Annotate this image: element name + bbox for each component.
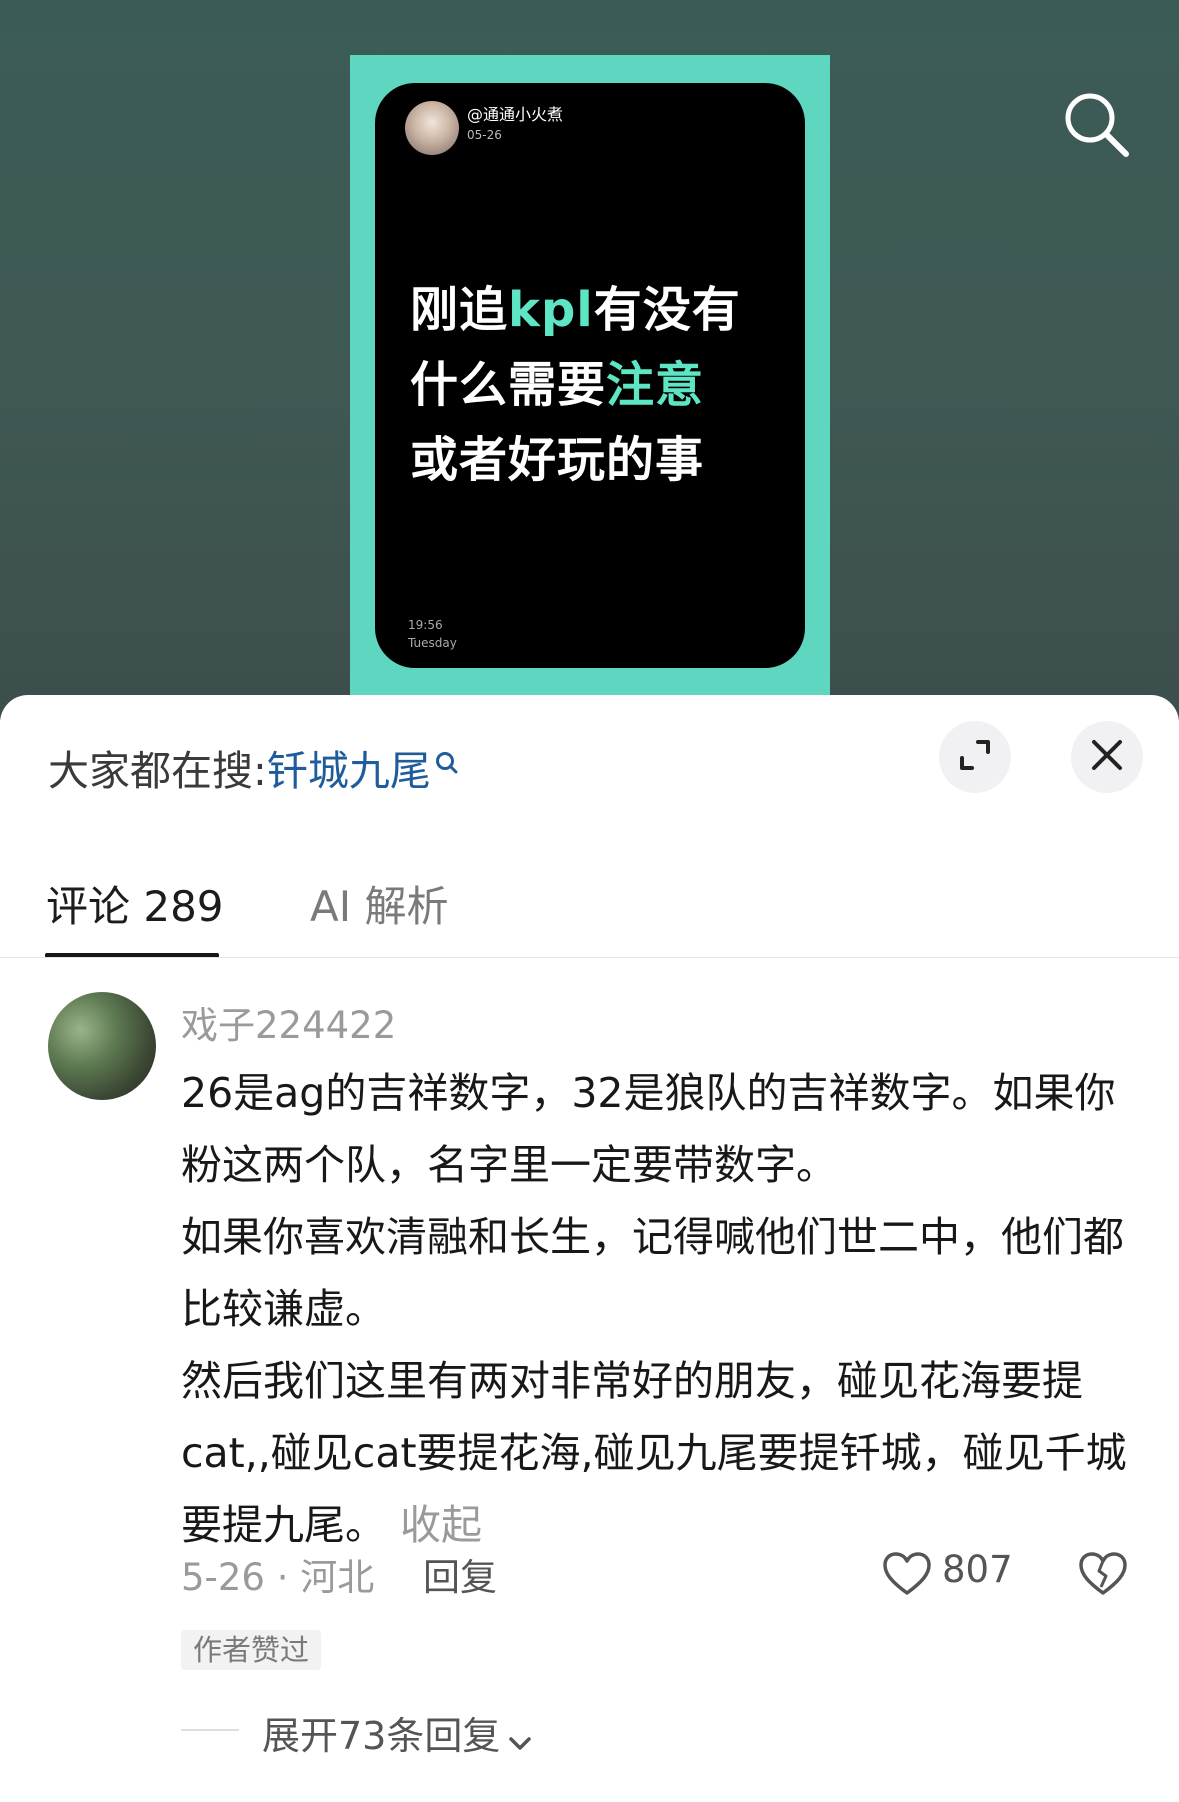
divider <box>181 1729 239 1731</box>
post-time: 19:56 <box>408 618 443 632</box>
headline-text: 刚追 <box>410 282 509 338</box>
video-area[interactable]: @通通小火煮 05-26 刚追kpl有没有 什么需要注意 或者好玩的事 19:5… <box>0 0 1179 720</box>
hot-search-term[interactable]: 钎城九尾 <box>267 747 431 795</box>
divider <box>0 957 1179 958</box>
avatar[interactable] <box>48 992 156 1100</box>
headline-text: 有没有 <box>593 282 741 338</box>
collapse-link[interactable]: 收起 <box>400 1501 482 1549</box>
comment-meta: 5-26 · 河北 <box>181 1556 375 1599</box>
hot-search-bar[interactable]: 大家都在搜:钎城九尾 <box>48 737 459 797</box>
chevron-down-icon <box>508 1717 532 1761</box>
video-cover: @通通小火煮 05-26 刚追kpl有没有 什么需要注意 或者好玩的事 19:5… <box>350 55 830 710</box>
expand-replies-button[interactable]: 展开73条回复 <box>262 1705 532 1761</box>
heart-icon[interactable] <box>882 1551 932 1601</box>
comment-paragraph: 26是ag的吉祥数字，32是狼队的吉祥数字。如果你粉这两个队，名字里一定要带数字… <box>181 1069 1116 1189</box>
headline-text: 什么需要 <box>410 357 607 413</box>
post-card: @通通小火煮 05-26 刚追kpl有没有 什么需要注意 或者好玩的事 19:5… <box>375 83 805 668</box>
expand-replies-label: 展开73条回复 <box>262 1714 501 1758</box>
author-avatar <box>405 101 459 155</box>
close-icon <box>1091 739 1123 775</box>
post-author: @通通小火煮 <box>467 105 564 124</box>
search-icon[interactable] <box>1060 88 1132 160</box>
search-icon <box>435 739 459 787</box>
comment-username[interactable]: 戏子224422 <box>181 995 396 1049</box>
post-date: 05-26 <box>467 128 502 142</box>
hot-search-label: 大家都在搜: <box>48 747 267 795</box>
tab-ai-analysis[interactable]: AI 解析 <box>310 873 448 934</box>
post-headline: 刚追kpl有没有 什么需要注意 或者好玩的事 <box>410 273 790 498</box>
broken-heart-icon[interactable] <box>1078 1551 1128 1601</box>
headline-highlight: kpl <box>508 282 594 338</box>
close-button[interactable] <box>1071 721 1143 793</box>
comments-sheet: 大家都在搜:钎城九尾 评论 289 AI 解析 戏子224422 26是ag的吉… <box>0 695 1179 1802</box>
post-day: Tuesday <box>408 636 457 650</box>
headline-text: 或者好玩的事 <box>410 432 705 488</box>
headline-highlight: 注意 <box>606 357 705 413</box>
reply-button[interactable]: 回复 <box>423 1547 497 1601</box>
tab-comments[interactable]: 评论 289 <box>46 873 224 934</box>
comment-paragraph-text: 然后我们这里有两对非常好的朋友，碰见花海要提cat,,碰见cat要提花海,碰见九… <box>181 1357 1127 1549</box>
comment-text: 26是ag的吉祥数字，32是狼队的吉祥数字。如果你粉这两个队，名字里一定要带数字… <box>181 1057 1146 1561</box>
comment-paragraph: 然后我们这里有两对非常好的朋友，碰见花海要提cat,,碰见cat要提花海,碰见九… <box>181 1345 1146 1561</box>
expand-button[interactable] <box>939 721 1011 793</box>
expand-icon <box>958 738 992 776</box>
comment-paragraph: 如果你喜欢清融和长生，记得喊他们世二中，他们都比较谦虚。 <box>181 1213 1124 1333</box>
author-liked-badge: 作者赞过 <box>181 1630 322 1670</box>
like-count: 807 <box>942 1548 1013 1591</box>
